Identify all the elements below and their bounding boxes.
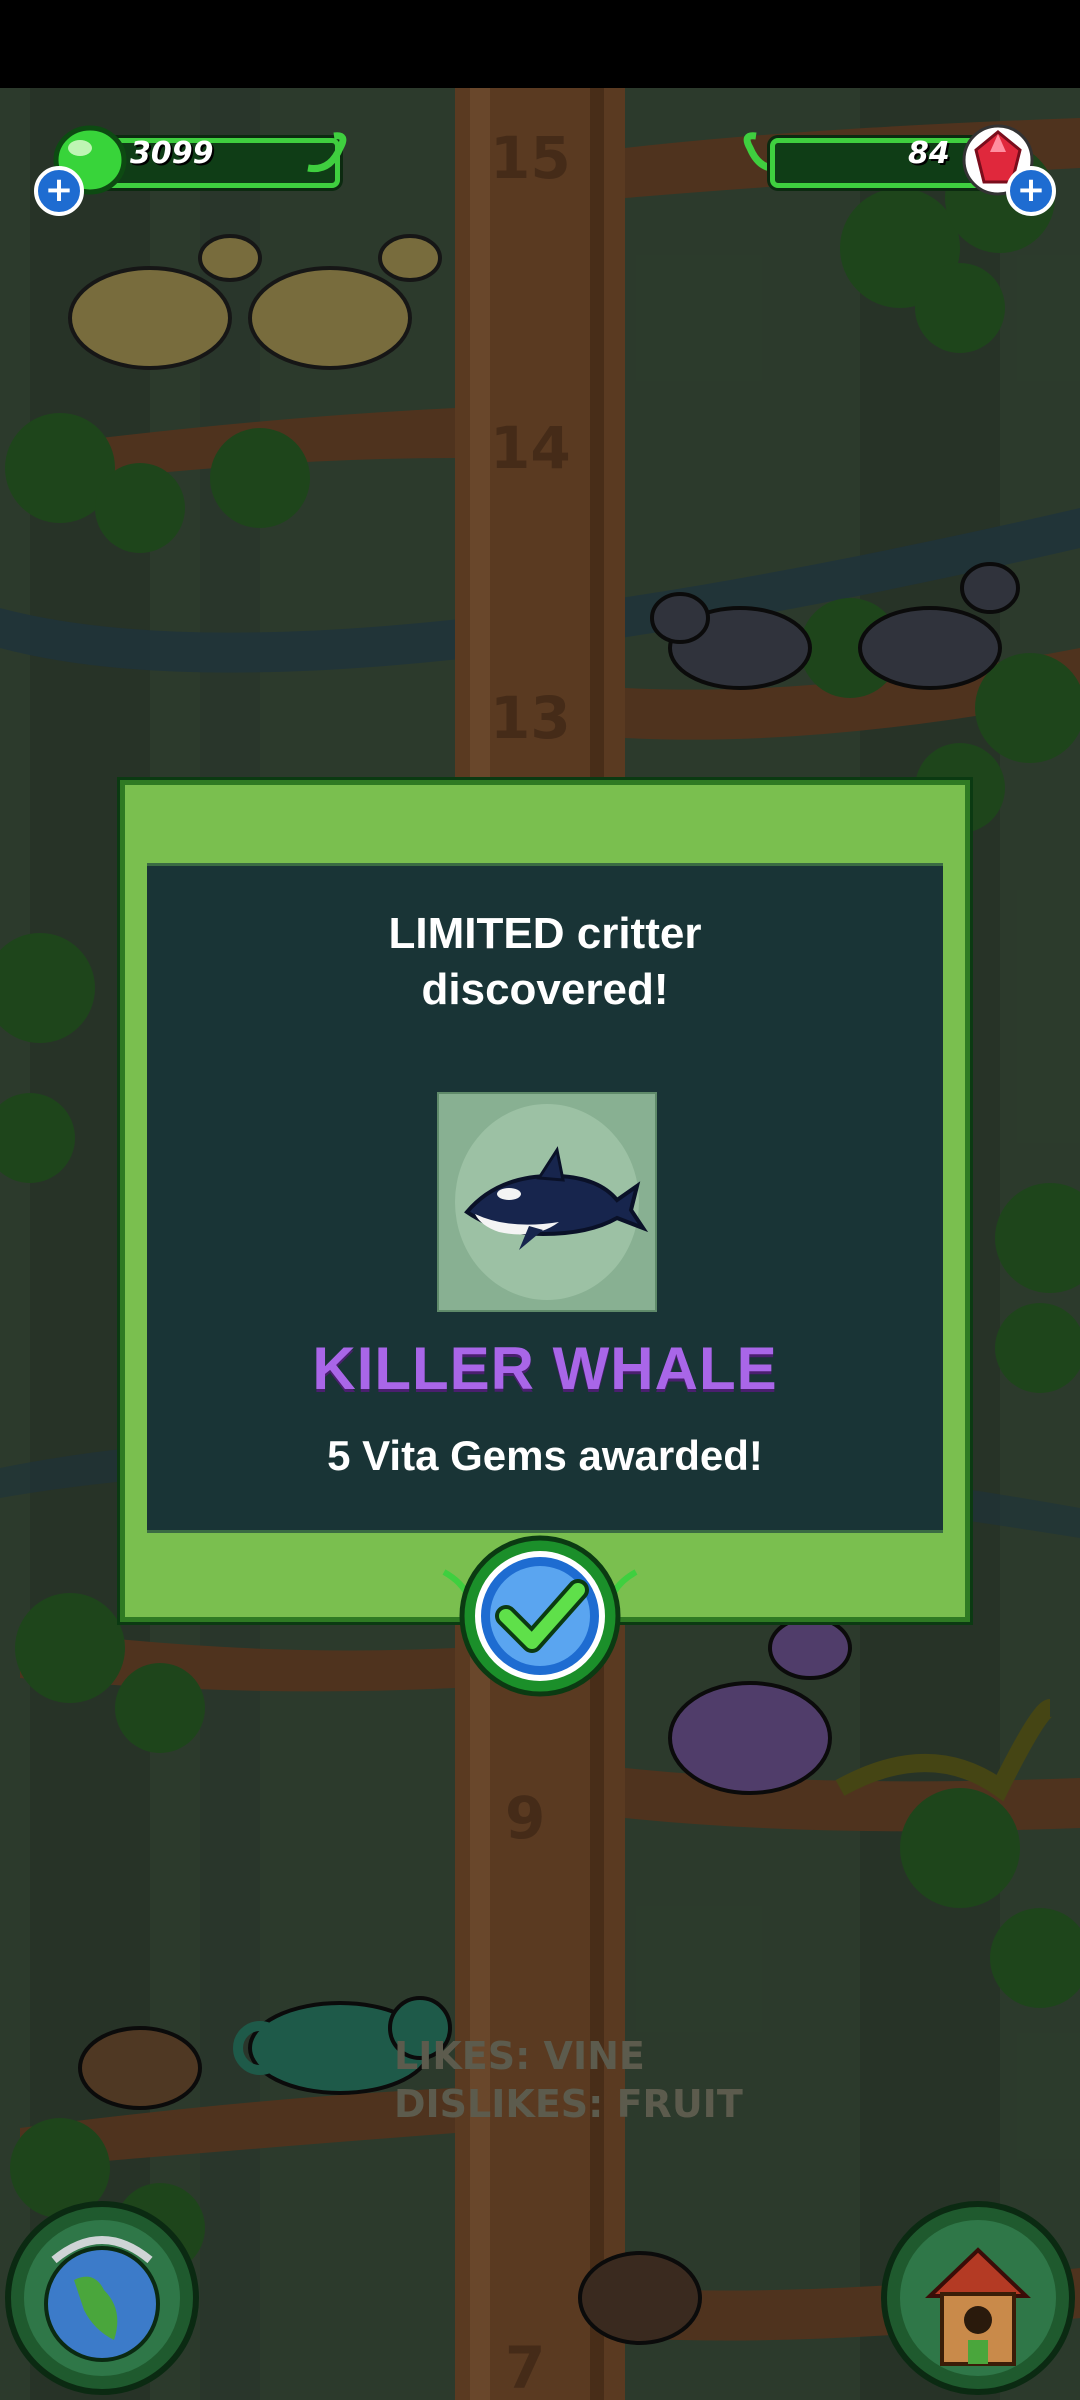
vine-ornament-icon (307, 132, 347, 173)
vita-gem-count: 84 (908, 136, 950, 171)
world-map-button[interactable] (4, 2200, 200, 2396)
dislikes-label: DISLIKES: FRUIT (394, 2082, 743, 2126)
status-bar (0, 0, 1080, 88)
dialog-title-line2: discovered! (421, 965, 669, 1014)
birdhouse-icon (881, 2201, 1075, 2395)
green-gem-counter: 3099 + (30, 122, 360, 216)
confirm-check-icon (442, 1535, 638, 1697)
critter-house-button[interactable] (880, 2200, 1076, 2396)
likes-label: LIKES: VINE (394, 2034, 645, 2078)
critter-discovered-dialog: LIMITED critter discovered! KILLER WHALE… (120, 780, 970, 1622)
critter-preferences: LIKES: VINE DISLIKES: FRUIT (394, 2032, 743, 2128)
critter-portrait (437, 1092, 657, 1312)
dialog-content-panel: LIMITED critter discovered! KILLER WHALE… (147, 863, 943, 1533)
green-gem-count: 3099 (130, 136, 214, 171)
confirm-button[interactable] (440, 1532, 640, 1698)
killer-whale-icon (455, 1104, 649, 1300)
buy-vita-gems-button[interactable]: + (1006, 166, 1056, 216)
globe-icon (5, 2201, 199, 2395)
vita-gem-counter: 84 + (730, 122, 1060, 216)
dialog-title: LIMITED critter discovered! (147, 906, 943, 1018)
buy-green-gems-button[interactable]: + (34, 166, 84, 216)
reward-text: 5 Vita Gems awarded! (327, 1432, 763, 1479)
dialog-title-line1: LIMITED critter (388, 909, 702, 958)
critter-name: KILLER WHALE (312, 1335, 778, 1402)
